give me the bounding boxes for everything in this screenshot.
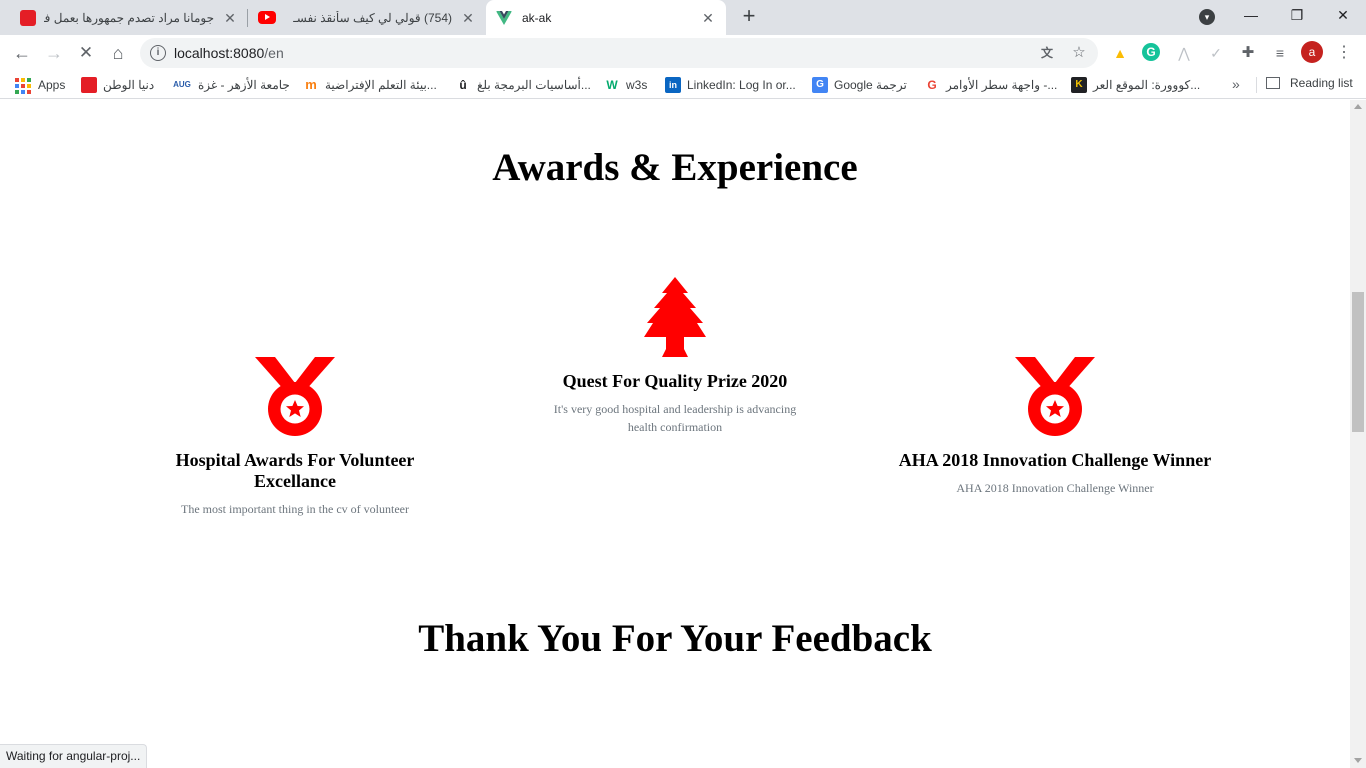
google-drive-icon[interactable]: ▲ bbox=[1110, 43, 1130, 63]
award-card: Quest For Quality Prize 2020 It's very g… bbox=[540, 277, 810, 436]
w3s-icon: W bbox=[606, 78, 618, 92]
close-icon[interactable]: ✕ bbox=[222, 10, 238, 26]
close-window-button[interactable]: ✕ bbox=[1320, 0, 1366, 30]
scroll-up-arrow-icon[interactable] bbox=[1354, 104, 1362, 109]
more-bookmarks-button[interactable]: » bbox=[1232, 76, 1240, 92]
bookmark-label: واجهة سطر الأوامر -... bbox=[946, 78, 1058, 92]
award-description: It's very good hospital and leadership i… bbox=[553, 402, 797, 434]
reading-list-label: Reading list bbox=[1290, 76, 1353, 90]
vue-icon bbox=[496, 10, 512, 25]
award-description: AHA 2018 Innovation Challenge Winner bbox=[956, 481, 1154, 495]
bookmark-divider bbox=[1256, 77, 1257, 93]
tab-title: ak-ak bbox=[522, 10, 552, 25]
bookmark-kooora[interactable]: K كووورة: الموقع العر... bbox=[1071, 76, 1200, 94]
apps-grid-icon bbox=[14, 77, 31, 94]
extensions-puzzle-icon[interactable]: ✚ bbox=[1238, 43, 1258, 63]
page-viewport: Awards & Experience Hospital Awards For … bbox=[0, 100, 1350, 768]
check-icon[interactable]: ✓ bbox=[1206, 43, 1226, 63]
tab-youtube[interactable]: (754) قولي لي كيف سأنقذ نفسـ ✕ bbox=[248, 0, 486, 35]
tab-search-icon[interactable]: ▾ bbox=[1199, 9, 1215, 25]
awards-section-title: Awards & Experience bbox=[492, 146, 858, 189]
bookmark-label: LinkedIn: Log In or... bbox=[687, 78, 796, 92]
new-tab-button[interactable]: + bbox=[738, 5, 760, 28]
tab-title: (754) قولي لي كيف سأنقذ نفسـ bbox=[293, 10, 452, 25]
medal-icon bbox=[255, 357, 335, 436]
minimize-button[interactable]: — bbox=[1228, 0, 1274, 30]
menu-kebab-icon[interactable]: ⋮ bbox=[1334, 43, 1354, 63]
bookmark-label: Apps bbox=[38, 78, 66, 92]
bookmark-label: Google ترجمة bbox=[834, 78, 907, 92]
award-card: Hospital Awards For Volunteer Excellance… bbox=[160, 357, 430, 518]
tab-title: جومانا مراد تصدم جمهورها بعمل فنـ bbox=[44, 10, 214, 25]
extension-a-icon[interactable]: ⋀ bbox=[1174, 43, 1194, 63]
bookmark-label: جامعة الأزهر - غزة bbox=[198, 78, 290, 92]
award-card: AHA 2018 Innovation Challenge Winner AHA… bbox=[880, 357, 1230, 497]
linkedin-icon: in bbox=[665, 77, 681, 93]
grammarly-icon[interactable]: G bbox=[1142, 43, 1160, 61]
bookmark-label: دنيا الوطن bbox=[103, 78, 155, 92]
bookmark-programming[interactable]: û أساسيات البرمجة بلغ... bbox=[455, 76, 591, 94]
bookmark-cli[interactable]: G واجهة سطر الأوامر -... bbox=[924, 76, 1057, 94]
google-icon: G bbox=[927, 78, 937, 92]
google-translate-icon: G bbox=[812, 77, 828, 93]
media-control-icon[interactable]: ≡ bbox=[1270, 43, 1290, 63]
dunya-icon bbox=[81, 77, 97, 93]
award-name: Quest For Quality Prize 2020 bbox=[562, 371, 788, 391]
red-news-icon bbox=[20, 9, 36, 26]
status-bubble: Waiting for angular-proj... bbox=[0, 744, 148, 768]
browser-toolbar: ← → ✕ ⌂ i localhost:8080/en 文 ☆ ▲ G ⋀ ✓ … bbox=[0, 35, 1366, 71]
url-text[interactable]: localhost:8080/en bbox=[174, 45, 284, 61]
scroll-thumb[interactable] bbox=[1352, 292, 1364, 432]
bookmark-w3s[interactable]: W w3s bbox=[604, 76, 647, 94]
moodle-icon: m bbox=[305, 77, 317, 92]
bookmark-aug[interactable]: AUG جامعة الأزهر - غزة bbox=[172, 76, 290, 94]
url-path: /en bbox=[264, 45, 284, 61]
star-icon[interactable]: ☆ bbox=[1070, 44, 1088, 62]
award-description: The most important thing in the cv of vo… bbox=[181, 502, 409, 516]
forward-icon[interactable]: → bbox=[40, 39, 68, 67]
bookmark-google-translate[interactable]: G Google ترجمة bbox=[812, 76, 907, 94]
kooora-icon: K bbox=[1071, 77, 1087, 93]
u-icon: û bbox=[459, 78, 467, 92]
tree-icon bbox=[644, 277, 706, 357]
bookmark-label: أساسيات البرمجة بلغ... bbox=[477, 78, 591, 92]
translate-icon[interactable]: 文 bbox=[1038, 44, 1056, 62]
aug-icon: AUG bbox=[173, 80, 191, 89]
bookmark-linkedin[interactable]: in LinkedIn: Log In or... bbox=[665, 76, 796, 94]
bookmark-moodle[interactable]: m بيئة التعلم الإفتراضية... bbox=[303, 76, 437, 94]
reading-list-button[interactable]: Reading list bbox=[1266, 76, 1353, 90]
close-icon[interactable]: ✕ bbox=[700, 10, 716, 26]
feedback-section-title: Thank You For Your Feedback bbox=[418, 617, 932, 660]
bookmark-dunya[interactable]: دنيا الوطن bbox=[81, 76, 154, 94]
scroll-down-arrow-icon[interactable] bbox=[1354, 758, 1362, 763]
url-host: localhost:8080 bbox=[174, 45, 265, 61]
award-name: AHA 2018 Innovation Challenge Winner bbox=[898, 450, 1212, 470]
profile-avatar[interactable]: a bbox=[1301, 41, 1323, 63]
bookmark-label: بيئة التعلم الإفتراضية... bbox=[325, 78, 437, 92]
back-icon[interactable]: ← bbox=[8, 39, 36, 67]
restore-button[interactable]: ❐ bbox=[1274, 0, 1320, 30]
site-info-icon[interactable]: i bbox=[150, 45, 166, 61]
bookmark-label: w3s bbox=[626, 78, 648, 92]
stop-icon[interactable]: ✕ bbox=[72, 39, 100, 67]
close-icon[interactable]: ✕ bbox=[460, 10, 476, 26]
medal-icon bbox=[1015, 357, 1095, 436]
award-name: Hospital Awards For Volunteer Excellance bbox=[175, 450, 415, 491]
home-icon[interactable]: ⌂ bbox=[104, 39, 132, 67]
address-bar[interactable]: i localhost:8080/en 文 ☆ bbox=[140, 38, 1098, 68]
tab-active[interactable]: ak-ak ✕ bbox=[486, 0, 726, 35]
tab-strip: جومانا مراد تصدم جمهورها بعمل فنـ ✕ (754… bbox=[0, 0, 1366, 35]
reading-list-icon bbox=[1266, 77, 1280, 89]
youtube-icon bbox=[258, 11, 276, 24]
bookmark-apps[interactable]: Apps bbox=[14, 76, 65, 94]
bookmark-label: كووورة: الموقع العر... bbox=[1093, 78, 1201, 92]
page-scrollbar[interactable] bbox=[1350, 100, 1366, 768]
bookmarks-bar: Apps دنيا الوطن AUG جامعة الأزهر - غزة m… bbox=[0, 71, 1366, 99]
tab-dunya[interactable]: جومانا مراد تصدم جمهورها بعمل فنـ ✕ bbox=[8, 0, 248, 35]
